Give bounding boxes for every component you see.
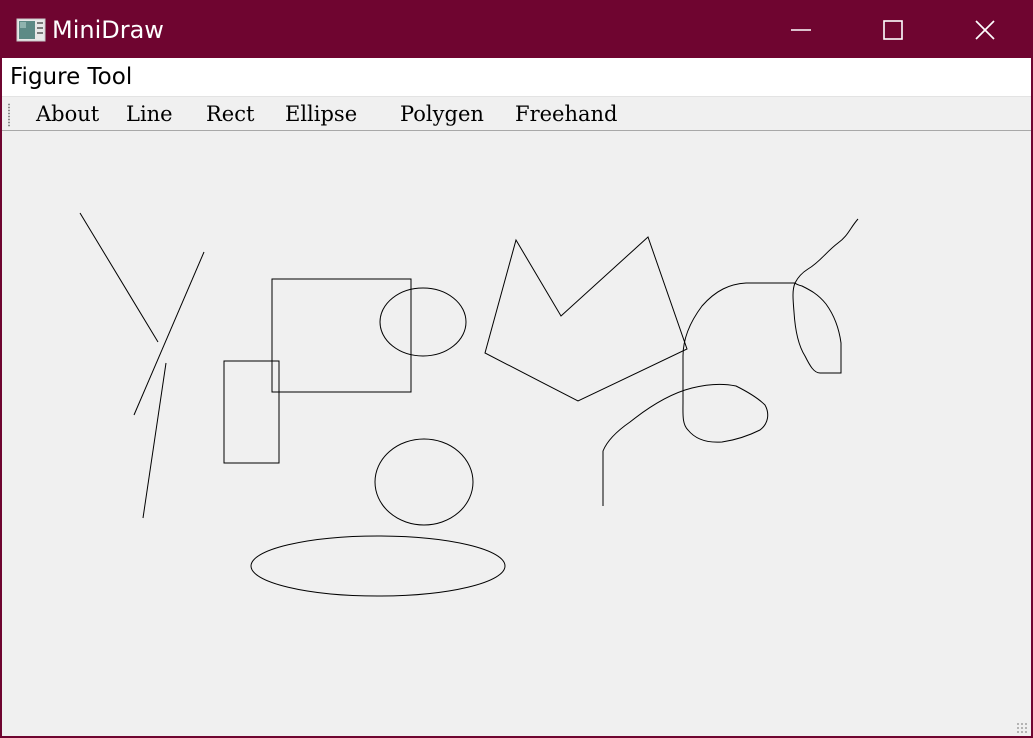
minimize-icon (791, 29, 811, 31)
toolbar-grip-handle[interactable] (8, 103, 10, 127)
drawn-polygon (484, 236, 688, 402)
drawn-rectangle (271, 278, 412, 393)
rect-tool-button[interactable]: Rect (206, 101, 254, 127)
toolbar: About Line Rect Ellipse Polygen Freehand (2, 96, 1031, 131)
maximize-icon (883, 20, 903, 40)
polygen-tool-button[interactable]: Polygen (400, 101, 484, 127)
minimize-button[interactable] (755, 2, 847, 58)
title-bar[interactable]: MiniDraw (2, 2, 1031, 58)
maximize-button[interactable] (847, 2, 939, 58)
line-tool-button[interactable]: Line (126, 101, 173, 127)
drawn-rectangle (223, 360, 280, 464)
menu-bar: Figure Tool (2, 58, 1031, 96)
about-button[interactable]: About (36, 101, 99, 127)
drawing-surface[interactable] (2, 132, 1031, 736)
app-icon (16, 18, 46, 42)
close-icon (975, 20, 995, 40)
drawn-freehand (602, 282, 795, 506)
drawing-canvas[interactable] (2, 132, 1031, 736)
resize-grip[interactable] (1016, 722, 1028, 734)
minidraw-window: MiniDraw Figure Tool About Line Rect Ell… (0, 0, 1033, 738)
drawn-line (79, 212, 159, 343)
drawn-line (133, 251, 205, 416)
drawn-ellipse (374, 438, 474, 526)
window-title: MiniDraw (52, 16, 164, 44)
drawn-freehand (792, 218, 859, 374)
ellipse-tool-button[interactable]: Ellipse (285, 101, 357, 127)
menu-figure-tool[interactable]: Figure Tool (10, 62, 132, 92)
close-button[interactable] (939, 2, 1031, 58)
freehand-tool-button[interactable]: Freehand (515, 101, 617, 127)
drawn-ellipse (250, 535, 506, 597)
drawn-ellipse (379, 287, 467, 357)
